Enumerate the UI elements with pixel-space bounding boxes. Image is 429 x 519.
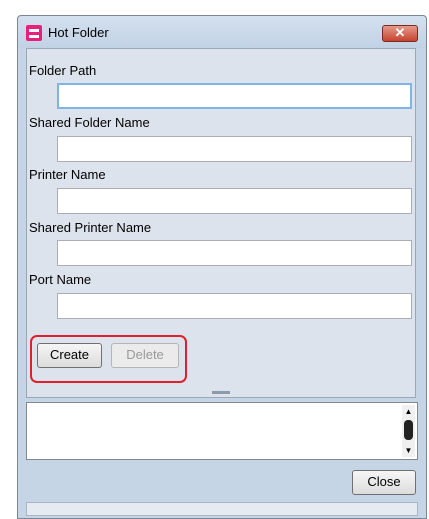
create-button[interactable]: Create: [37, 343, 102, 368]
hot-folder-app-icon: [26, 25, 42, 41]
port-name-label: Port Name: [29, 272, 92, 287]
printer-name-label: Printer Name: [29, 167, 106, 182]
log-area[interactable]: ▲ ▼: [26, 402, 418, 460]
scroll-down-arrow-icon[interactable]: ▼: [402, 444, 415, 457]
vertical-scrollbar[interactable]: ▲ ▼: [402, 405, 415, 457]
close-button[interactable]: Close: [352, 470, 416, 495]
port-name-input[interactable]: [57, 293, 412, 319]
folder-path-input[interactable]: [57, 83, 412, 109]
shared-folder-name-input[interactable]: [57, 136, 412, 162]
hot-folder-window: Hot Folder ✕ Folder Path Shared Folder N…: [17, 15, 427, 519]
shared-printer-name-input[interactable]: [57, 240, 412, 266]
splitter-handle[interactable]: [212, 391, 230, 394]
window-title: Hot Folder: [48, 25, 109, 40]
title-bar[interactable]: Hot Folder ✕: [18, 16, 426, 48]
shared-folder-name-label: Shared Folder Name: [29, 115, 150, 130]
window-close-button[interactable]: ✕: [382, 25, 418, 42]
shared-printer-name-label: Shared Printer Name: [29, 220, 152, 235]
scroll-up-arrow-icon[interactable]: ▲: [402, 405, 415, 418]
scroll-thumb[interactable]: [404, 420, 413, 440]
form-panel: Folder Path Shared Folder Name Printer N…: [26, 48, 416, 398]
status-bar: [26, 502, 418, 516]
folder-path-label: Folder Path: [29, 63, 97, 78]
delete-button: Delete: [111, 343, 179, 368]
printer-name-input[interactable]: [57, 188, 412, 214]
